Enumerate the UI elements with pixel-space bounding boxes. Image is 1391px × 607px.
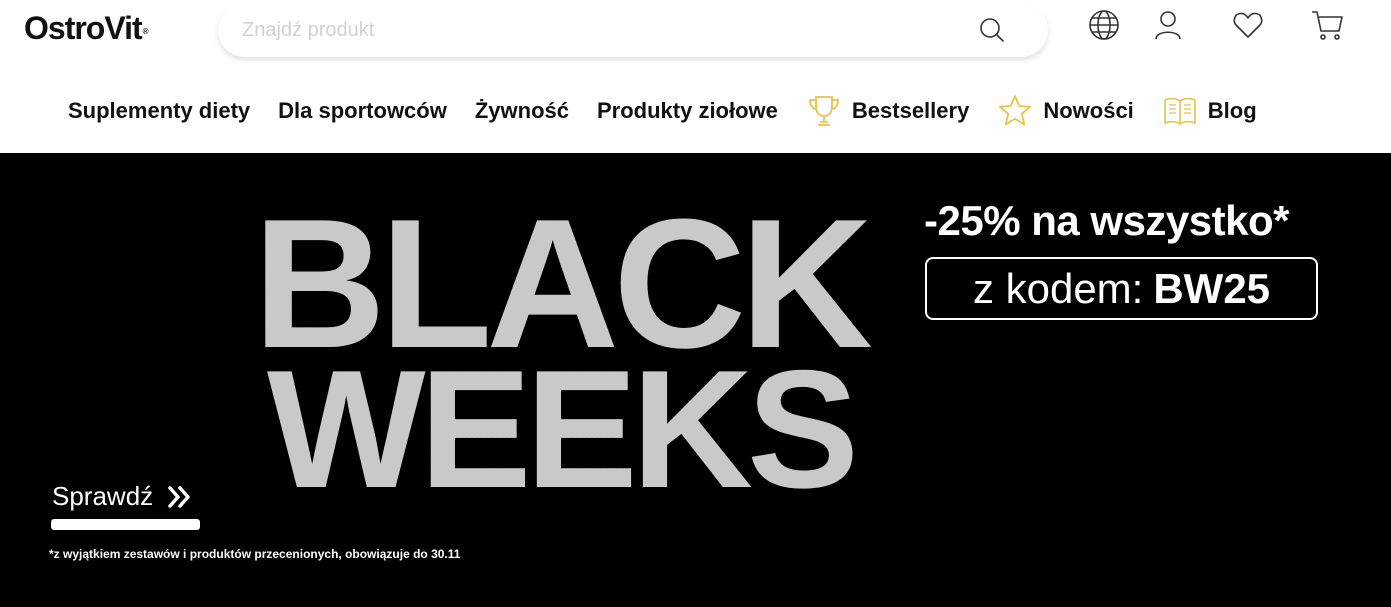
globe-icon[interactable] (1087, 8, 1121, 42)
nav-item-zywnosc[interactable]: Żywność (475, 98, 569, 124)
disclaimer-text: *z wyjątkiem zestawów i produktów przece… (49, 547, 461, 561)
nav-item-label: Nowości (1043, 98, 1134, 123)
star-icon (999, 95, 1032, 126)
cart-icon[interactable] (1310, 8, 1344, 42)
nav-item-label: Blog (1207, 98, 1257, 123)
user-icon[interactable] (1151, 8, 1185, 42)
nav-item-bestsellery[interactable]: Bestsellery (806, 93, 969, 129)
code-prefix: z kodem: (972, 264, 1144, 312)
logo-text: OstroVit (24, 10, 143, 46)
promo-banner[interactable]: BLACK WEEKS -25% na wszystko* z kodem: B… (0, 153, 1391, 607)
nav-item-dla-sportowcow[interactable]: Dla sportowców (278, 98, 447, 124)
cta-underline (51, 519, 200, 530)
nav-item-label: Bestsellery (851, 98, 970, 123)
nav-item-label: Żywność (474, 98, 569, 123)
headline-weeks: WEEKS (266, 335, 859, 523)
nav-item-suplementy-diety[interactable]: Suplementy diety (68, 98, 250, 124)
cta-label: Sprawdź (52, 481, 154, 511)
promo-code: BW25 (1153, 264, 1271, 312)
heart-icon[interactable] (1231, 8, 1265, 42)
search-icon[interactable] (978, 16, 1006, 44)
nav-item-nowosci[interactable]: Nowości (997, 93, 1134, 129)
nav-item-blog[interactable]: Blog (1162, 93, 1257, 129)
trophy-icon (809, 96, 839, 126)
nav-item-label: Dla sportowców (278, 98, 447, 123)
main-nav: Suplementy diety Dla sportowców Żywność … (68, 90, 1285, 132)
sprawdz-button[interactable]: Sprawdź (52, 481, 193, 512)
promo-code-box: z kodem: BW25 (925, 257, 1318, 320)
search-input[interactable] (242, 13, 942, 47)
nav-item-label: Produkty ziołowe (596, 98, 778, 123)
nav-item-produkty-ziolowe[interactable]: Produkty ziołowe (597, 98, 778, 124)
search-bar (218, 3, 1048, 57)
registered-mark: ® (142, 27, 149, 36)
promo-text: -25% na wszystko* (924, 197, 1290, 244)
nav-item-label: Suplementy diety (68, 98, 251, 123)
double-chevron-right-icon (168, 485, 190, 508)
headline-line-2: WEEKS (240, 335, 880, 523)
ostrovit-logo[interactable]: OstroVit® (24, 8, 149, 48)
site-header: OstroVit® Suplementy diety Dla sportowcó… (0, 0, 1391, 153)
book-icon (1163, 97, 1196, 125)
